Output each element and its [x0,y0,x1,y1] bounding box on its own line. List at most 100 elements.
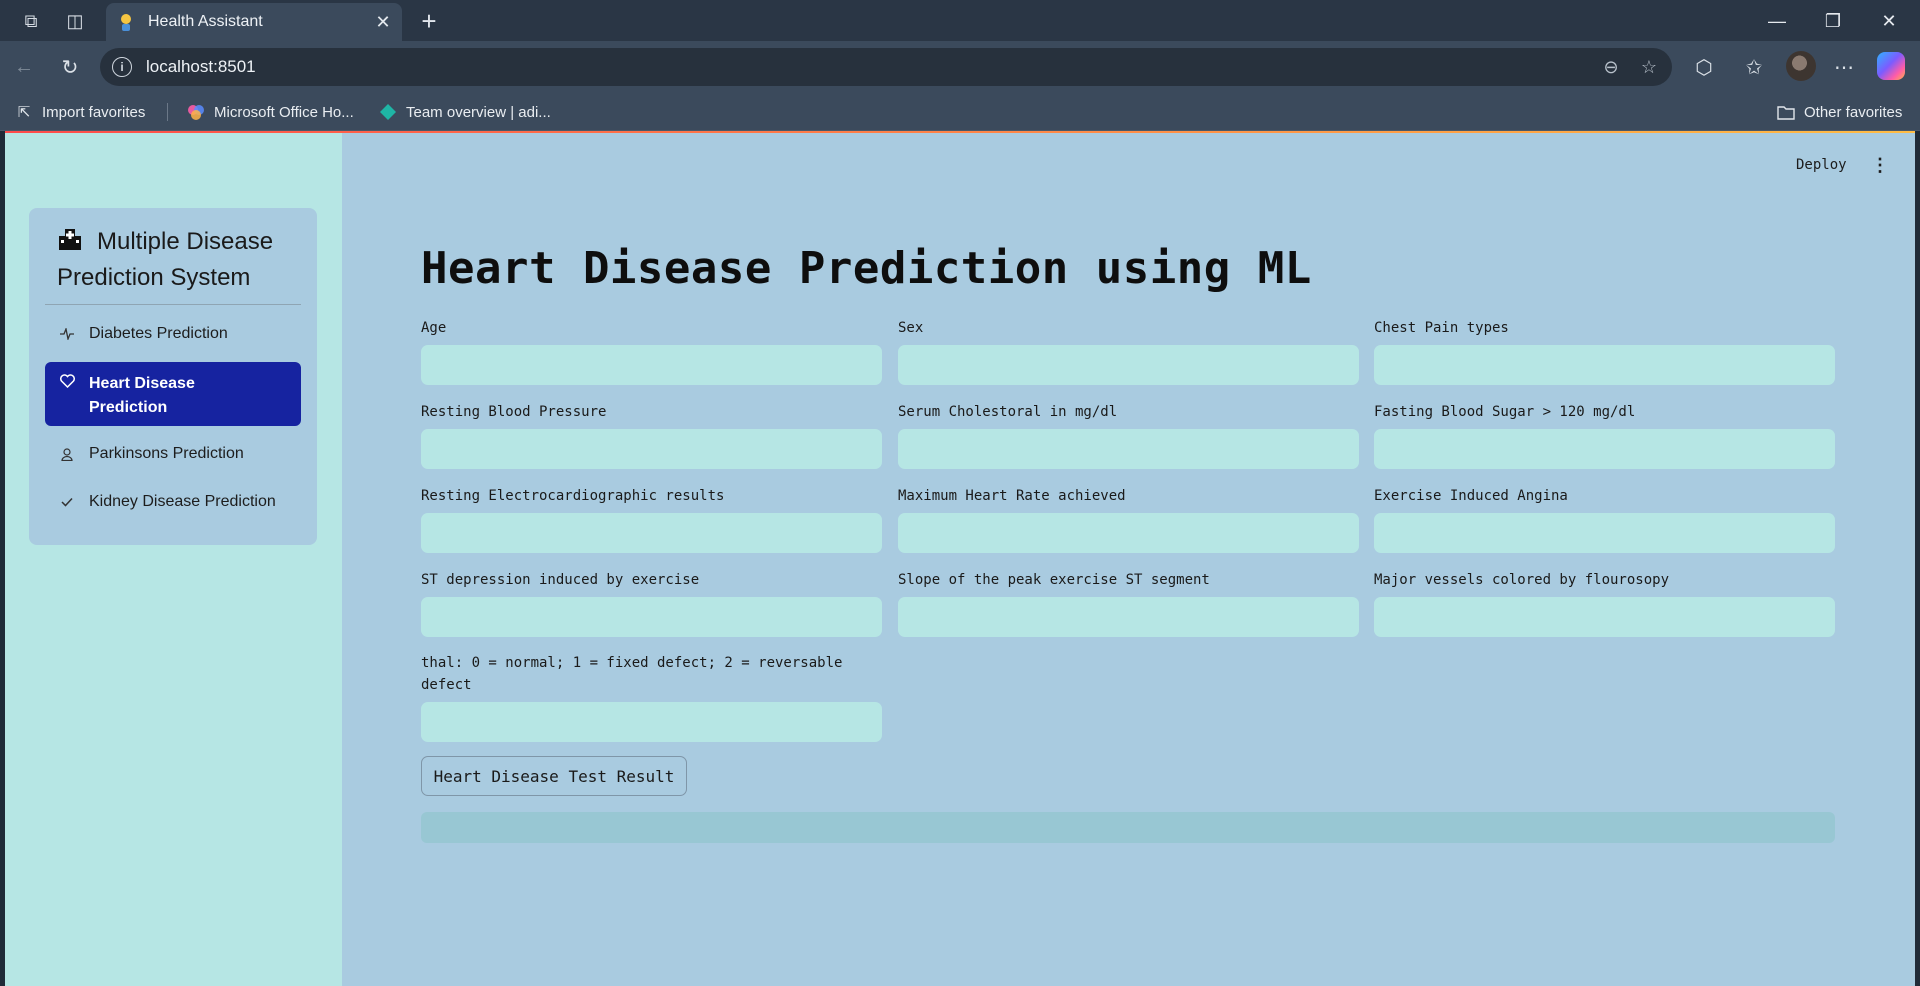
office-icon [186,102,206,122]
thal-input[interactable] [421,702,882,742]
sidebar-item-label: Diabetes Prediction [89,325,228,342]
address-bar[interactable]: i localhost:8501 ⊖ ☆ [100,48,1672,86]
favorite-star-icon[interactable]: ☆ [1634,52,1664,82]
close-window-icon[interactable]: ✕ [1863,4,1915,38]
tab-title: Health Assistant [148,13,263,30]
field-exercise-angina: Exercise Induced Angina [1374,485,1835,553]
folder-icon [1776,102,1796,122]
health-assistant-favicon [116,12,136,32]
field-label: Serum Cholestoral in mg/dl [898,404,1118,420]
sex-input[interactable] [898,345,1359,385]
site-info-icon[interactable]: i [112,57,132,77]
resting-bp-input[interactable] [421,429,882,469]
main-menu-icon[interactable]: ⋮ [1871,155,1889,175]
sidebar-title-text: Multiple Disease Prediction System [57,228,274,291]
sidebar-item-heart-disease[interactable]: Heart Disease Prediction [45,362,301,426]
extensions-icon[interactable]: ⬡ [1688,51,1720,83]
chest-pain-input[interactable] [1374,345,1835,385]
field-label: Maximum Heart Rate achieved [898,488,1126,504]
favorites-bar: ⇱ Import favorites Microsoft Office Ho..… [0,93,1920,131]
field-major-vessels: Major vessels colored by flourosopy [1374,569,1835,637]
field-resting-ecg: Resting Electrocardiographic results [421,485,882,553]
deploy-button[interactable]: Deploy [1796,157,1847,173]
restore-icon[interactable]: ❐ [1807,4,1859,38]
favorite-label: Team overview | adi... [406,103,551,121]
new-tab-icon[interactable]: + [414,6,444,36]
heart-icon [59,374,75,388]
sidebar-item-label: Parkinsons Prediction [89,445,244,462]
favorites-separator [167,103,168,121]
page-title: Heart Disease Prediction using ML [421,243,1312,294]
st-slope-input[interactable] [898,597,1359,637]
exercise-angina-input[interactable] [1374,513,1835,553]
profile-avatar[interactable] [1786,51,1816,81]
browser-toolbar: ← ↻ i localhost:8501 ⊖ ☆ ⬡ ✩ ⋯ [0,41,1920,93]
field-thal: thal: 0 = normal; 1 = fixed defect; 2 = … [421,652,882,742]
person-icon [59,447,75,461]
import-favorites-icon: ⇱ [17,104,31,121]
major-vessels-input[interactable] [1374,597,1835,637]
field-label: Exercise Induced Angina [1374,488,1568,504]
favorite-label: Microsoft Office Ho... [214,103,354,121]
favorite-import[interactable]: ⇱ Import favorites [14,100,146,124]
minimize-icon[interactable]: — [1751,4,1803,38]
field-max-heart-rate: Maximum Heart Rate achieved [898,485,1359,553]
back-arrow-icon[interactable]: ← [8,51,40,83]
sidebar-item-label: Kidney Disease Prediction [89,493,276,510]
heart-disease-test-result-button[interactable]: Heart Disease Test Result [421,756,687,796]
field-fasting-blood-sugar: Fasting Blood Sugar > 120 mg/dl [1374,401,1835,469]
field-label: Slope of the peak exercise ST segment [898,572,1210,588]
field-label: Chest Pain types [1374,320,1509,336]
field-label: Age [421,320,447,336]
sidebar-item-parkinsons[interactable]: Parkinsons Prediction [45,442,301,466]
sidebar-title: Multiple Disease Prediction System [57,224,297,296]
more-menu-icon[interactable]: ⋯ [1828,51,1860,83]
sidebar-item-kidney[interactable]: Kidney Disease Prediction [45,490,301,514]
favorite-office[interactable]: Microsoft Office Ho... [186,100,354,124]
fasting-blood-sugar-input[interactable] [1374,429,1835,469]
app-top-decoration [5,131,1915,133]
browser-tab-active[interactable]: Health Assistant ✕ [106,3,402,41]
hospital-icon [57,226,83,252]
field-st-slope: Slope of the peak exercise ST segment [898,569,1359,637]
field-label: thal: 0 = normal; 1 = fixed defect; 2 = … [421,655,843,693]
field-sex: Sex [898,317,1359,385]
field-st-depression: ST depression induced by exercise [421,569,882,637]
max-heart-rate-input[interactable] [898,513,1359,553]
refresh-icon[interactable]: ↻ [54,51,86,83]
field-label: Major vessels colored by flourosopy [1374,572,1670,588]
favorite-label: Import favorites [42,103,146,121]
field-label: Resting Blood Pressure [421,404,607,420]
cholesterol-input[interactable] [898,429,1359,469]
copilot-icon[interactable] [1877,52,1905,80]
field-label: ST depression induced by exercise [421,572,700,588]
url-text[interactable]: localhost:8501 [146,57,1596,77]
favorites-icon[interactable]: ✩ [1738,51,1770,83]
sidebar: Multiple Disease Prediction System Diabe… [5,131,342,986]
sidebar-menu-card: Multiple Disease Prediction System Diabe… [29,208,317,545]
workspaces-icon[interactable]: ⧉ [18,8,44,34]
browser-tab-strip: ⧉ ◫ Health Assistant ✕ + — ❐ ✕ [0,0,1920,41]
other-favorites[interactable]: Other favorites [1776,100,1902,124]
app-viewport: Multiple Disease Prediction System Diabe… [5,131,1915,986]
favorite-team-overview[interactable]: Team overview | adi... [378,100,551,124]
tab-close-icon[interactable]: ✕ [372,11,394,33]
st-depression-input[interactable] [421,597,882,637]
field-label: Fasting Blood Sugar > 120 mg/dl [1374,404,1636,420]
vertical-tabs-icon[interactable]: ◫ [62,8,88,34]
sidebar-item-diabetes[interactable]: Diabetes Prediction [45,322,301,346]
field-chest-pain: Chest Pain types [1374,317,1835,385]
zoom-out-icon[interactable]: ⊖ [1596,52,1626,82]
field-label: Resting Electrocardiographic results [421,488,725,504]
field-label: Sex [898,320,924,336]
resting-ecg-input[interactable] [421,513,882,553]
age-input[interactable] [421,345,882,385]
activity-icon [59,328,75,340]
field-resting-bp: Resting Blood Pressure [421,401,882,469]
field-age: Age [421,317,882,385]
result-message [421,812,1835,843]
check-icon [59,497,75,507]
sidebar-divider [45,304,301,305]
diamond-icon [378,102,398,122]
field-cholesterol: Serum Cholestoral in mg/dl [898,401,1359,469]
